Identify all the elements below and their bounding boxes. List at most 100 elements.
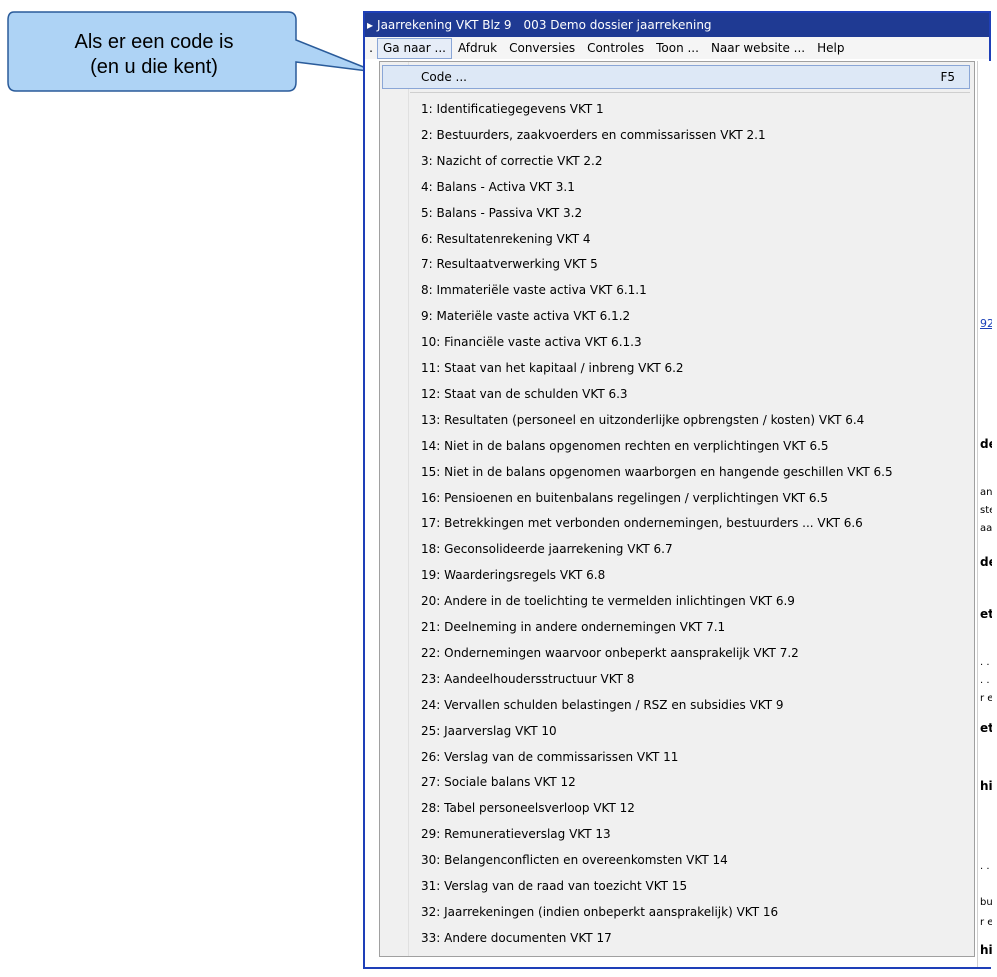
menu-item-page-7[interactable]: 7: Resultaatverwerking VKT 5 xyxy=(380,252,974,276)
menu-item-page-6[interactable]: 6: Resultatenrekening VKT 4 xyxy=(380,227,974,251)
menu-item-label: 14: Niet in de balans opgenomen rechten … xyxy=(421,438,829,453)
bg-fragment[interactable]: 92 xyxy=(980,317,992,330)
menu-item-page-31[interactable]: 31: Verslag van de raad van toezicht VKT… xyxy=(380,874,974,898)
menu-item-label: 21: Deelneming in andere ondernemingen V… xyxy=(421,620,726,634)
menu-item-label: 32: Jaarrekeningen (indien onbeperkt aan… xyxy=(421,904,779,919)
title-app: Jaarrekening VKT Blz 9 xyxy=(377,18,512,32)
menu-item-page-9[interactable]: 9: Materiële vaste activa VKT 6.1.2 xyxy=(380,304,974,328)
menu-item-label: 26: Verslag van de commissarissen VKT 11 xyxy=(421,749,679,764)
callout-line-2: (en u die kent) xyxy=(90,56,218,78)
menu-item-label: 10: Financiële vaste activa VKT 6.1.3 xyxy=(421,335,642,350)
menu-lead: . xyxy=(369,41,373,55)
menu-item-page-27[interactable]: 27: Sociale balans VKT 12 xyxy=(380,770,974,794)
menu-item-page-24[interactable]: 24: Vervallen schulden belastingen / RSZ… xyxy=(380,693,974,717)
menu-item-page-8[interactable]: 8: Immateriële vaste activa VKT 6.1.1 xyxy=(380,278,974,302)
menu-item-page-1[interactable]: 1: Identificatiegegevens VKT 1 xyxy=(380,97,974,121)
menu-item-code-label: Code ... xyxy=(421,70,467,84)
menu-item-page-13[interactable]: 13: Resultaten (personeel en uitzonderli… xyxy=(380,408,974,432)
menu-item-page-19[interactable]: 19: Waarderingsregels VKT 6.8 xyxy=(380,563,974,587)
menu-item-label: 29: Remuneratieverslag VKT 13 xyxy=(421,827,611,842)
menu-item-label: 6: Resultatenrekening VKT 4 xyxy=(421,231,591,246)
menu-item-page-11[interactable]: 11: Staat van het kapitaal / inbreng VKT… xyxy=(380,356,974,380)
menu-item-page-14[interactable]: 14: Niet in de balans opgenomen rechten … xyxy=(380,434,974,458)
menu-item-page-17[interactable]: 17: Betrekkingen met verbonden ondernemi… xyxy=(380,511,974,535)
bg-fragment: bu xyxy=(980,897,992,908)
menu-item-label: 1: Identificatiegegevens VKT 1 xyxy=(421,102,604,116)
menu-item-page-23[interactable]: 23: Aandeelhoudersstructuur VKT 8 xyxy=(380,667,974,691)
menu-item-page-26[interactable]: 26: Verslag van de commissarissen VKT 11 xyxy=(380,745,974,769)
menu-conversies[interactable]: Conversies xyxy=(503,37,581,59)
menu-item-label: 12: Staat van de schulden VKT 6.3 xyxy=(421,386,628,401)
callout-line-1: Als er een code is xyxy=(74,31,234,53)
menu-item-label: 15: Niet in de balans opgenomen waarborg… xyxy=(421,464,893,479)
bg-fragment: ste xyxy=(980,505,992,516)
menu-item-label: 13: Resultaten (personeel en uitzonderli… xyxy=(421,412,865,427)
bg-fragment: hi xyxy=(980,779,992,793)
menu-item-page-16[interactable]: 16: Pensioenen en buitenbalans regelinge… xyxy=(380,486,974,510)
app-window: ▸ Jaarrekening VKT Blz 9 003 Demo dossier … xyxy=(363,11,992,969)
menu-item-label: 31: Verslag van de raad van toezicht VKT… xyxy=(421,879,688,893)
menu-item-label: 19: Waarderingsregels VKT 6.8 xyxy=(421,568,606,583)
menu-divider xyxy=(410,92,970,93)
menu-item-page-22[interactable]: 22: Ondernemingen waarvoor onbeperkt aan… xyxy=(380,641,974,665)
menu-item-label: 24: Vervallen schulden belastingen / RSZ… xyxy=(421,697,784,712)
menu-item-page-21[interactable]: 21: Deelneming in andere ondernemingen V… xyxy=(380,615,974,639)
menu-item-page-3[interactable]: 3: Nazicht of correctie VKT 2.2 xyxy=(380,149,974,173)
menu-item-page-30[interactable]: 30: Belangenconflicten en overeenkomsten… xyxy=(380,848,974,872)
bg-fragment: . . xyxy=(980,675,990,686)
menu-item-label: 5: Balans - Passiva VKT 3.2 xyxy=(421,205,583,220)
menu-item-page-2[interactable]: 2: Bestuurders, zaakvoerders en commissa… xyxy=(380,123,974,147)
menu-item-code[interactable]: Code ... F5 xyxy=(382,65,970,89)
menu-item-label: 2: Bestuurders, zaakvoerders en commissa… xyxy=(421,127,766,142)
menu-item-page-33[interactable]: 33: Andere documenten VKT 17 xyxy=(380,926,974,950)
bg-fragment: de xyxy=(980,555,992,569)
menu-item-label: 17: Betrekkingen met verbonden ondernemi… xyxy=(421,516,863,531)
menu-toon[interactable]: Toon ... xyxy=(650,37,705,59)
menu-item-page-20[interactable]: 20: Andere in de toelichting te vermelde… xyxy=(380,589,974,613)
bg-fragment: r e xyxy=(980,917,992,928)
menu-item-code-shortcut: F5 xyxy=(940,70,955,84)
menu-item-label: 3: Nazicht of correctie VKT 2.2 xyxy=(421,153,603,168)
bg-fragment: an xyxy=(980,487,992,498)
menu-item-label: 20: Andere in de toelichting te vermelde… xyxy=(421,594,795,609)
menu-item-label: 23: Aandeelhoudersstructuur VKT 8 xyxy=(421,671,635,686)
title-bar: ▸ Jaarrekening VKT Blz 9 003 Demo dossier … xyxy=(365,13,989,37)
ga-naar-dropdown: Code ... F5 1: Identificatiegegevens VKT… xyxy=(379,61,975,957)
bg-fragment: aar xyxy=(980,523,992,534)
callout-text: Als er een code is (en u die kent) xyxy=(18,30,290,80)
menu-ga-naar[interactable]: Ga naar ... xyxy=(377,38,452,59)
menu-item-page-29[interactable]: 29: Remuneratieverslag VKT 13 xyxy=(380,822,974,846)
bg-fragment: de xyxy=(980,437,992,451)
menu-afdruk[interactable]: Afdruk xyxy=(452,37,503,59)
menu-item-label: 16: Pensioenen en buitenbalans regelinge… xyxy=(421,490,828,505)
menu-item-page-15[interactable]: 15: Niet in de balans opgenomen waarborg… xyxy=(380,460,974,484)
menu-item-page-12[interactable]: 12: Staat van de schulden VKT 6.3 xyxy=(380,382,974,406)
menu-item-page-25[interactable]: 25: Jaarverslag VKT 10 xyxy=(380,719,974,743)
menu-item-label: 33: Andere documenten VKT 17 xyxy=(421,930,612,945)
menu-item-label: 27: Sociale balans VKT 12 xyxy=(421,775,576,790)
menu-naar-website[interactable]: Naar website ... xyxy=(705,37,811,59)
menu-item-label: 22: Ondernemingen waarvoor onbeperkt aan… xyxy=(421,645,799,660)
menu-item-page-10[interactable]: 10: Financiële vaste activa VKT 6.1.3 xyxy=(380,330,974,354)
bg-fragment: r e xyxy=(980,693,992,704)
menu-item-page-5[interactable]: 5: Balans - Passiva VKT 3.2 xyxy=(380,201,974,225)
menu-item-label: 28: Tabel personeelsverloop VKT 12 xyxy=(421,801,635,816)
menu-help[interactable]: Help xyxy=(811,37,850,59)
menu-item-page-18[interactable]: 18: Geconsolideerde jaarrekening VKT 6.7 xyxy=(380,537,974,561)
menu-item-page-4[interactable]: 4: Balans - Activa VKT 3.1 xyxy=(380,175,974,199)
menu-item-label: 9: Materiële vaste activa VKT 6.1.2 xyxy=(421,309,631,324)
menu-item-label: 18: Geconsolideerde jaarrekening VKT 6.7 xyxy=(421,542,673,557)
bg-fragment: et xyxy=(980,607,992,621)
background-content: 92 de an ste aar de et . . . . r e et hi… xyxy=(977,61,992,967)
menu-item-page-28[interactable]: 28: Tabel personeelsverloop VKT 12 xyxy=(380,796,974,820)
bg-fragment: hi xyxy=(980,943,992,957)
menu-item-label: 30: Belangenconflicten en overeenkomsten… xyxy=(421,853,728,868)
menu-item-label: 7: Resultaatverwerking VKT 5 xyxy=(421,257,598,272)
menu-item-page-32[interactable]: 32: Jaarrekeningen (indien onbeperkt aan… xyxy=(380,900,974,924)
bg-fragment: . . xyxy=(980,657,990,668)
bg-fragment: et xyxy=(980,721,992,735)
menu-controles[interactable]: Controles xyxy=(581,37,650,59)
bg-fragment: . . xyxy=(980,861,990,872)
menu-item-label: 4: Balans - Activa VKT 3.1 xyxy=(421,179,575,194)
menu-bar: . Ga naar ... Afdruk Conversies Controles Too… xyxy=(365,37,989,59)
